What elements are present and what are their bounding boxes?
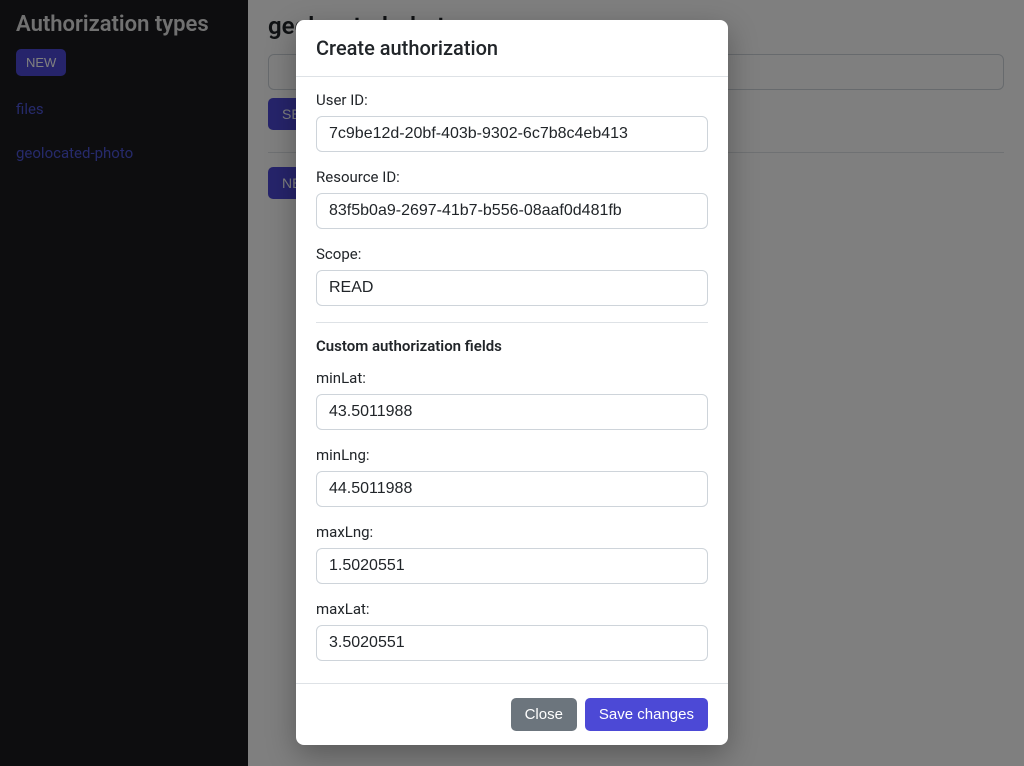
modal-title: Create authorization [316,36,708,60]
modal-overlay[interactable]: Create authorization User ID: Resource I… [0,0,1024,766]
custom-fields-heading: Custom authorization fields [316,337,708,355]
resource-id-input[interactable] [316,193,708,229]
resource-id-label: Resource ID: [316,168,708,186]
minlat-label: minLat: [316,369,708,387]
minlng-input[interactable] [316,471,708,507]
form-group-resource-id: Resource ID: [316,168,708,229]
form-group-scope: Scope: [316,245,708,306]
form-group-maxlng: maxLng: [316,523,708,584]
form-group-user-id: User ID: [316,91,708,152]
modal-header: Create authorization [296,20,728,77]
close-button[interactable]: Close [511,698,577,731]
form-group-maxlat: maxLat: [316,600,708,661]
save-changes-button[interactable]: Save changes [585,698,708,731]
maxlng-label: maxLng: [316,523,708,541]
scope-label: Scope: [316,245,708,263]
scope-input[interactable] [316,270,708,306]
create-authorization-modal: Create authorization User ID: Resource I… [296,20,728,745]
maxlat-label: maxLat: [316,600,708,618]
minlng-label: minLng: [316,446,708,464]
form-group-minlat: minLat: [316,369,708,430]
user-id-label: User ID: [316,91,708,109]
user-id-input[interactable] [316,116,708,152]
modal-body: User ID: Resource ID: Scope: Custom auth… [296,77,728,683]
form-group-minlng: minLng: [316,446,708,507]
maxlat-input[interactable] [316,625,708,661]
modal-footer: Close Save changes [296,683,728,745]
maxlng-input[interactable] [316,548,708,584]
minlat-input[interactable] [316,394,708,430]
modal-divider [316,322,708,323]
